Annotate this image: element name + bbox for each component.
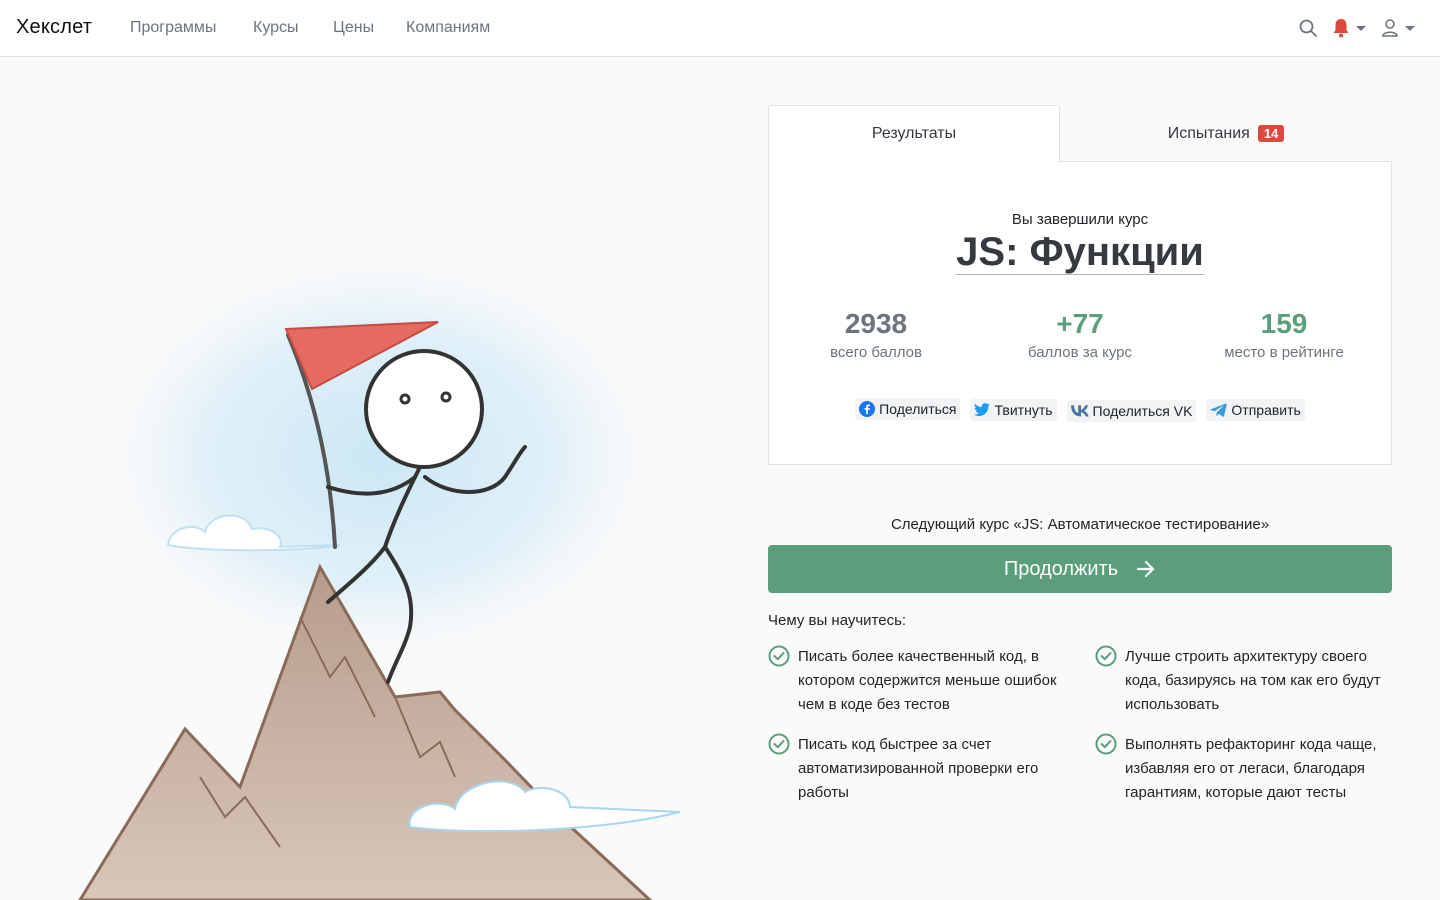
tab-results[interactable]: Результаты	[768, 105, 1060, 162]
tab-challenges[interactable]: Испытания 14	[1060, 105, 1392, 162]
learn-item-text: Выполнять рефакторинг кода чаще, избавля…	[1125, 736, 1377, 801]
check-circle-icon	[1095, 733, 1117, 755]
stat-course-points: +77 баллов за курс	[980, 308, 1180, 361]
course-title-link[interactable]: JS: Функции	[956, 230, 1204, 275]
share-telegram-button[interactable]: Отправить	[1206, 399, 1305, 421]
mountain-illustration	[0, 57, 720, 900]
bell-icon	[1333, 19, 1349, 38]
learn-item-text: Писать более качественный код, в котором…	[798, 648, 1057, 713]
notifications-dropdown[interactable]	[1332, 18, 1366, 38]
brand-logo[interactable]: Хекслет	[16, 16, 92, 39]
check-circle-icon	[768, 733, 790, 755]
top-navbar: Хекслет Программы Курсы Цены Компаниям	[0, 0, 1440, 57]
user-dropdown[interactable]	[1381, 18, 1415, 38]
stat-value: 2938	[844, 308, 908, 339]
course-result-card: Вы завершили курс JS: Функции 2938 всего…	[768, 161, 1392, 465]
course-title-wrap: JS: Функции	[769, 230, 1391, 275]
stat-total-points: 2938 всего баллов	[776, 308, 976, 361]
learn-heading: Чему вы научитесь:	[768, 612, 907, 629]
share-label: Отправить	[1231, 402, 1301, 418]
learn-item-text: Лучше строить архитектуру своего кода, б…	[1125, 648, 1381, 713]
share-facebook-button[interactable]: Поделиться	[855, 398, 961, 420]
finished-label: Вы завершили курс	[1011, 211, 1149, 228]
stat-value: 159	[1260, 308, 1308, 339]
check-circle-icon	[768, 645, 790, 667]
facebook-icon	[859, 401, 876, 417]
nav-prices[interactable]: Цены	[333, 19, 374, 37]
challenges-count-badge: 14	[1257, 125, 1285, 142]
result-tabs: Результаты Испытания 14	[768, 105, 1392, 162]
share-label: Поделиться	[879, 401, 957, 417]
telegram-icon	[1210, 403, 1228, 417]
share-label: Твитнуть	[994, 402, 1053, 418]
chevron-down-icon	[1405, 25, 1415, 31]
stat-value: +77	[1056, 308, 1104, 339]
nav-courses[interactable]: Курсы	[253, 19, 299, 37]
learn-item: Лучше строить архитектуру своего кода, б…	[1095, 645, 1395, 717]
search-icon[interactable]	[1298, 18, 1318, 43]
stat-rating-place: 159 место в рейтинге	[1184, 308, 1384, 361]
learn-item-text: Писать код быстрее за счет автоматизиров…	[798, 736, 1039, 801]
stat-label: всего баллов	[830, 344, 922, 361]
vk-icon	[1070, 405, 1089, 417]
nav-programs[interactable]: Программы	[130, 19, 216, 37]
share-twitter-button[interactable]: Твитнуть	[970, 399, 1057, 421]
learn-item: Выполнять рефакторинг кода чаще, избавля…	[1095, 733, 1395, 805]
tab-challenges-label: Испытания	[1167, 124, 1250, 142]
check-circle-icon	[1095, 645, 1117, 667]
learn-item: Писать более качественный код, в котором…	[768, 645, 1068, 717]
share-vk-button[interactable]: Поделиться VK	[1066, 400, 1197, 422]
tab-results-label: Результаты	[871, 124, 957, 142]
arrow-right-icon	[1137, 560, 1155, 578]
next-course-text: Следующий курс «JS: Автоматическое тести…	[890, 516, 1270, 533]
learn-item: Писать код быстрее за счет автоматизиров…	[768, 733, 1068, 805]
nav-companies[interactable]: Компаниям	[406, 19, 490, 37]
twitter-icon	[974, 403, 991, 416]
continue-button[interactable]: Продолжить	[768, 545, 1392, 593]
chevron-down-icon	[1356, 25, 1366, 31]
stat-label: баллов за курс	[1027, 344, 1133, 361]
continue-button-label: Продолжить	[1003, 557, 1119, 580]
stat-label: место в рейтинге	[1224, 344, 1344, 361]
share-buttons: Поделиться Твитнуть Поделиться VK Отправ…	[769, 398, 1391, 422]
user-icon	[1382, 19, 1398, 37]
share-label: Поделиться VK	[1092, 403, 1193, 419]
